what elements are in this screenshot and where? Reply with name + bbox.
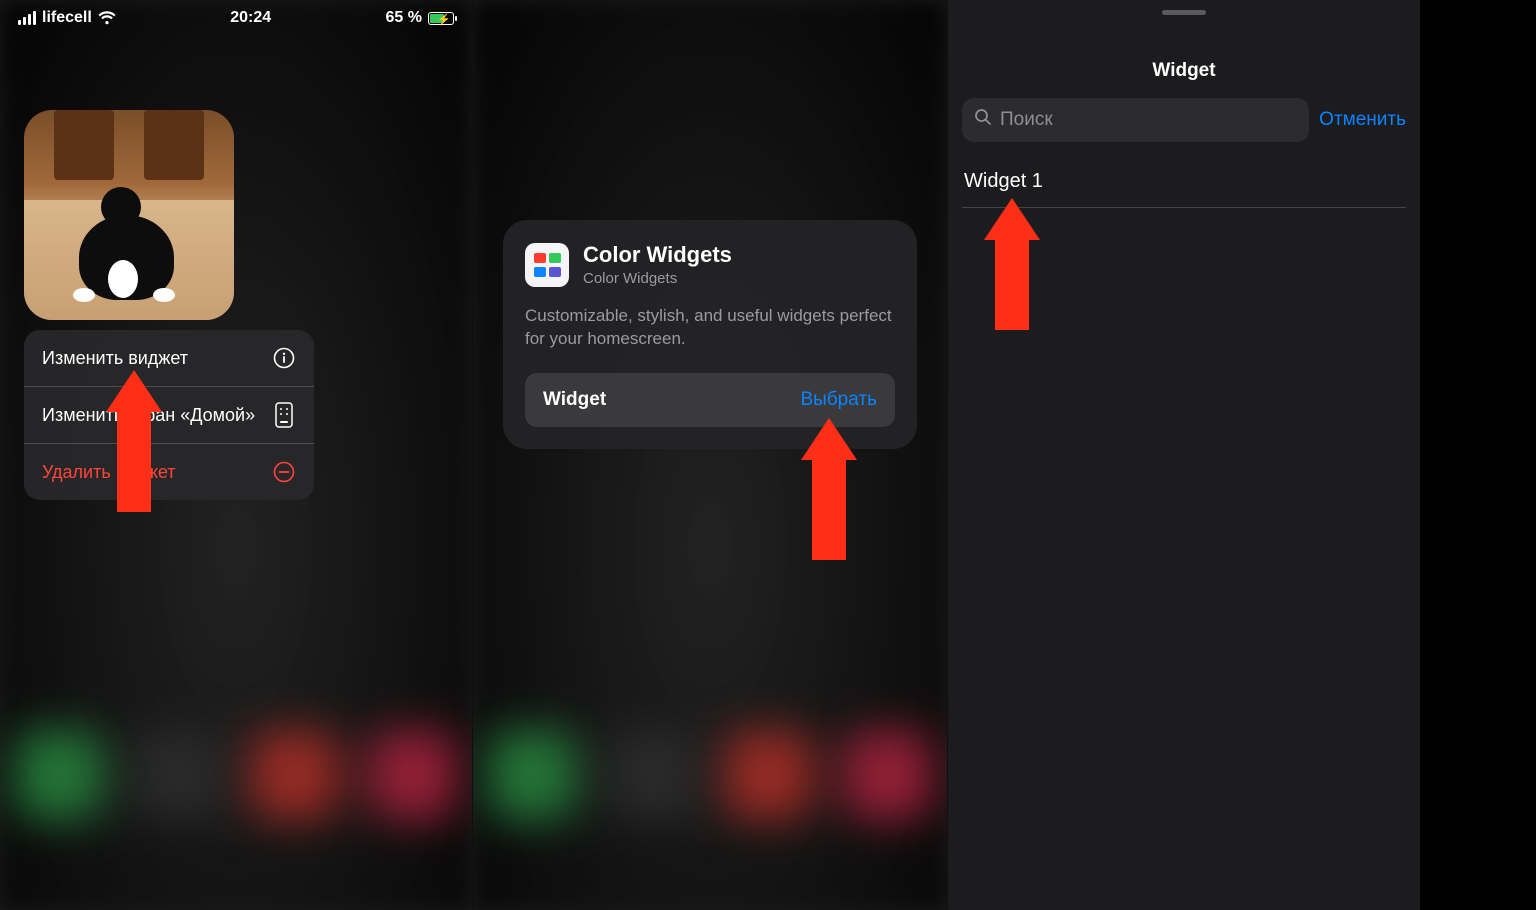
- cellular-signal-icon: [18, 11, 36, 25]
- wifi-icon: [98, 11, 116, 25]
- screenshot-composite: lifecell 20:24 65 % ⚡ Изменить виджет: [0, 0, 1536, 910]
- sheet-title: Widget: [948, 60, 1420, 82]
- widget-preview-photo[interactable]: [24, 110, 234, 320]
- panel-context-menu: lifecell 20:24 65 % ⚡ Изменить виджет: [0, 0, 472, 910]
- blurred-dock: [0, 730, 472, 910]
- app-icon: [525, 243, 569, 287]
- menu-edit-home-screen[interactable]: Изменить экран «Домой»: [24, 386, 314, 443]
- clock: 20:24: [230, 9, 271, 27]
- widget-config-sheet: Color Widgets Color Widgets Customizable…: [503, 220, 917, 449]
- menu-label: Удалить виджет: [42, 461, 176, 484]
- app-description: Customizable, stylish, and useful widget…: [525, 305, 895, 351]
- search-placeholder: Поиск: [1000, 109, 1053, 131]
- menu-label: Изменить виджет: [42, 347, 188, 370]
- row-action: Выбрать: [800, 389, 877, 411]
- app-subtitle: Color Widgets: [583, 270, 732, 287]
- cancel-button[interactable]: Отменить: [1319, 109, 1406, 131]
- widget-context-menu: Изменить виджет Изменить экран «Домой» У…: [24, 330, 314, 500]
- phone-grid-icon: [272, 403, 296, 427]
- app-title: Color Widgets: [583, 242, 732, 268]
- app-header: Color Widgets Color Widgets: [525, 242, 895, 287]
- menu-delete-widget[interactable]: Удалить виджет: [24, 443, 314, 500]
- search-input[interactable]: Поиск: [962, 98, 1309, 142]
- battery-percent: 65 %: [386, 9, 422, 27]
- sheet-grabber[interactable]: [1162, 10, 1206, 15]
- status-bar: lifecell 20:24 65 % ⚡: [0, 0, 472, 36]
- battery-icon: ⚡: [428, 12, 454, 25]
- carrier-label: lifecell: [42, 9, 92, 27]
- search-icon: [974, 108, 992, 132]
- menu-label: Изменить экран «Домой»: [42, 404, 255, 427]
- blurred-dock: [473, 730, 947, 910]
- widget-select-row[interactable]: Widget Выбрать: [525, 373, 895, 427]
- minus-circle-icon: [272, 460, 296, 484]
- panel-widget-config: Color Widgets Color Widgets Customizable…: [473, 0, 947, 910]
- widget-options-list: Widget 1: [962, 156, 1406, 208]
- info-circle-icon: [272, 346, 296, 370]
- list-item[interactable]: Widget 1: [962, 156, 1406, 208]
- row-label: Widget: [543, 389, 606, 411]
- menu-edit-widget[interactable]: Изменить виджет: [24, 330, 314, 386]
- panel-widget-picker: Widget Поиск Отменить Widget 1: [948, 0, 1420, 910]
